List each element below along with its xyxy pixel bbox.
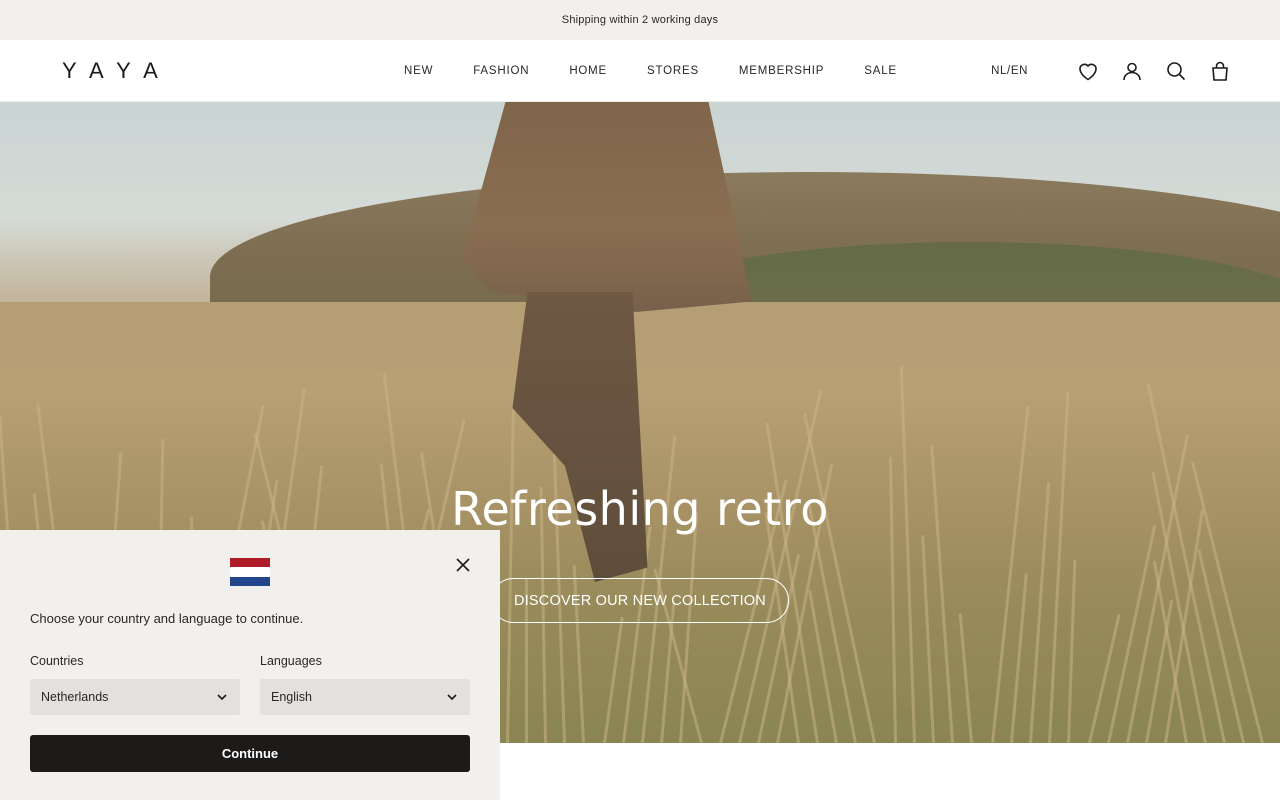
nav-item-new[interactable]: NEW xyxy=(404,65,433,77)
site-header: YAYA NEW FASHION HOME STORES MEMBERSHIP … xyxy=(0,40,1280,102)
languages-label: Languages xyxy=(260,654,322,668)
bag-icon[interactable] xyxy=(1208,59,1232,83)
nav-item-fashion[interactable]: FASHION xyxy=(473,65,529,77)
announcement-text: Shipping within 2 working days xyxy=(561,14,719,26)
flag-stripe-red xyxy=(230,558,270,568)
discover-collection-button[interactable]: DISCOVER OUR NEW COLLECTION xyxy=(491,578,789,623)
nav-item-membership[interactable]: MEMBERSHIP xyxy=(739,65,824,77)
chevron-down-icon xyxy=(446,691,458,703)
nav-item-home[interactable]: HOME xyxy=(569,65,607,77)
brand-logo[interactable]: YAYA xyxy=(62,58,172,84)
locale-switcher[interactable]: NL/EN xyxy=(991,65,1028,77)
nav-item-sale[interactable]: SALE xyxy=(864,65,897,77)
continue-button[interactable]: Continue xyxy=(30,735,470,772)
chevron-down-icon xyxy=(216,691,228,703)
flag-stripe-blue xyxy=(230,576,270,586)
country-language-popup: Choose your country and language to cont… xyxy=(0,530,500,800)
header-actions: NL/EN xyxy=(991,40,1232,102)
language-select-value: English xyxy=(271,690,312,704)
language-select[interactable]: English xyxy=(260,679,470,715)
hero-title: Refreshing retro xyxy=(451,482,829,536)
countries-label: Countries xyxy=(30,654,84,668)
search-icon[interactable] xyxy=(1164,59,1188,83)
main-nav: NEW FASHION HOME STORES MEMBERSHIP SALE xyxy=(404,40,897,102)
country-select-value: Netherlands xyxy=(41,690,109,704)
nav-item-stores[interactable]: STORES xyxy=(647,65,699,77)
popup-instruction: Choose your country and language to cont… xyxy=(30,611,304,626)
country-select[interactable]: Netherlands xyxy=(30,679,240,715)
announcement-bar: Shipping within 2 working days xyxy=(0,0,1280,40)
flag-stripe-white xyxy=(230,567,270,577)
close-icon[interactable] xyxy=(452,554,474,576)
heart-icon[interactable] xyxy=(1076,59,1100,83)
hero-model-coat xyxy=(462,102,752,312)
account-icon[interactable] xyxy=(1120,59,1144,83)
netherlands-flag-icon xyxy=(230,558,270,586)
